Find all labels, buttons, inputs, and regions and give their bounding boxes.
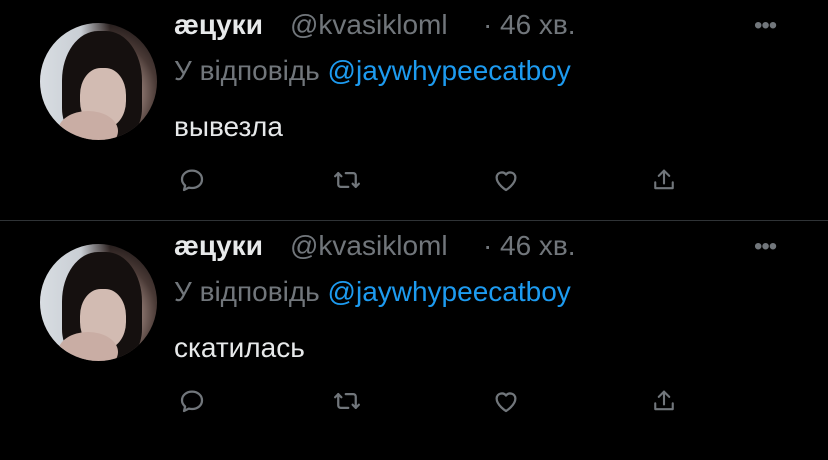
retweet-button[interactable] xyxy=(327,160,367,200)
tweet-timestamp[interactable]: 46 хв. xyxy=(500,230,576,262)
tweet-item[interactable]: æцуки @kvasikloml · 46 хв. ••• У відпові… xyxy=(0,221,828,441)
like-button[interactable] xyxy=(486,381,526,421)
reply-to-link[interactable]: @jaywhypeecatboy xyxy=(328,55,571,86)
reply-prefix: У відповідь xyxy=(174,55,328,86)
tweet-item[interactable]: æцуки @kvasikloml · 46 хв. ••• У відпові… xyxy=(0,0,828,221)
reply-icon xyxy=(180,390,204,413)
share-button[interactable] xyxy=(644,160,684,200)
meta-separator: · xyxy=(483,230,493,261)
like-icon xyxy=(495,392,517,413)
tweet-timestamp[interactable]: 46 хв. xyxy=(500,9,576,41)
reply-context: У відповідь @jaywhypeecatboy xyxy=(174,55,571,87)
meta-separator: · xyxy=(483,9,493,40)
share-button[interactable] xyxy=(644,381,684,421)
share-icon xyxy=(654,390,674,411)
more-options-icon[interactable]: ••• xyxy=(754,12,777,40)
like-button[interactable] xyxy=(486,160,526,200)
retweet-icon xyxy=(334,172,360,188)
author-handle[interactable]: @kvasikloml xyxy=(290,230,448,262)
author-handle[interactable]: @kvasikloml xyxy=(290,9,448,41)
author-name[interactable]: æцуки xyxy=(174,230,263,262)
reply-prefix: У відповідь xyxy=(174,276,328,307)
reply-button[interactable] xyxy=(172,381,212,421)
reply-icon xyxy=(180,169,204,192)
reply-button[interactable] xyxy=(172,160,212,200)
reply-to-link[interactable]: @jaywhypeecatboy xyxy=(328,276,571,307)
retweet-icon xyxy=(334,393,360,409)
avatar[interactable] xyxy=(40,244,157,361)
avatar[interactable] xyxy=(40,23,157,140)
tweet-actions xyxy=(0,160,828,200)
share-icon xyxy=(654,169,674,190)
like-icon xyxy=(495,171,517,192)
tweet-text: скатилась xyxy=(174,332,305,363)
tweet-actions xyxy=(0,381,828,421)
tweet-text: вывезла xyxy=(174,111,283,142)
more-options-icon[interactable]: ••• xyxy=(754,233,777,261)
reply-context: У відповідь @jaywhypeecatboy xyxy=(174,276,571,308)
retweet-button[interactable] xyxy=(327,381,367,421)
author-name[interactable]: æцуки xyxy=(174,9,263,41)
